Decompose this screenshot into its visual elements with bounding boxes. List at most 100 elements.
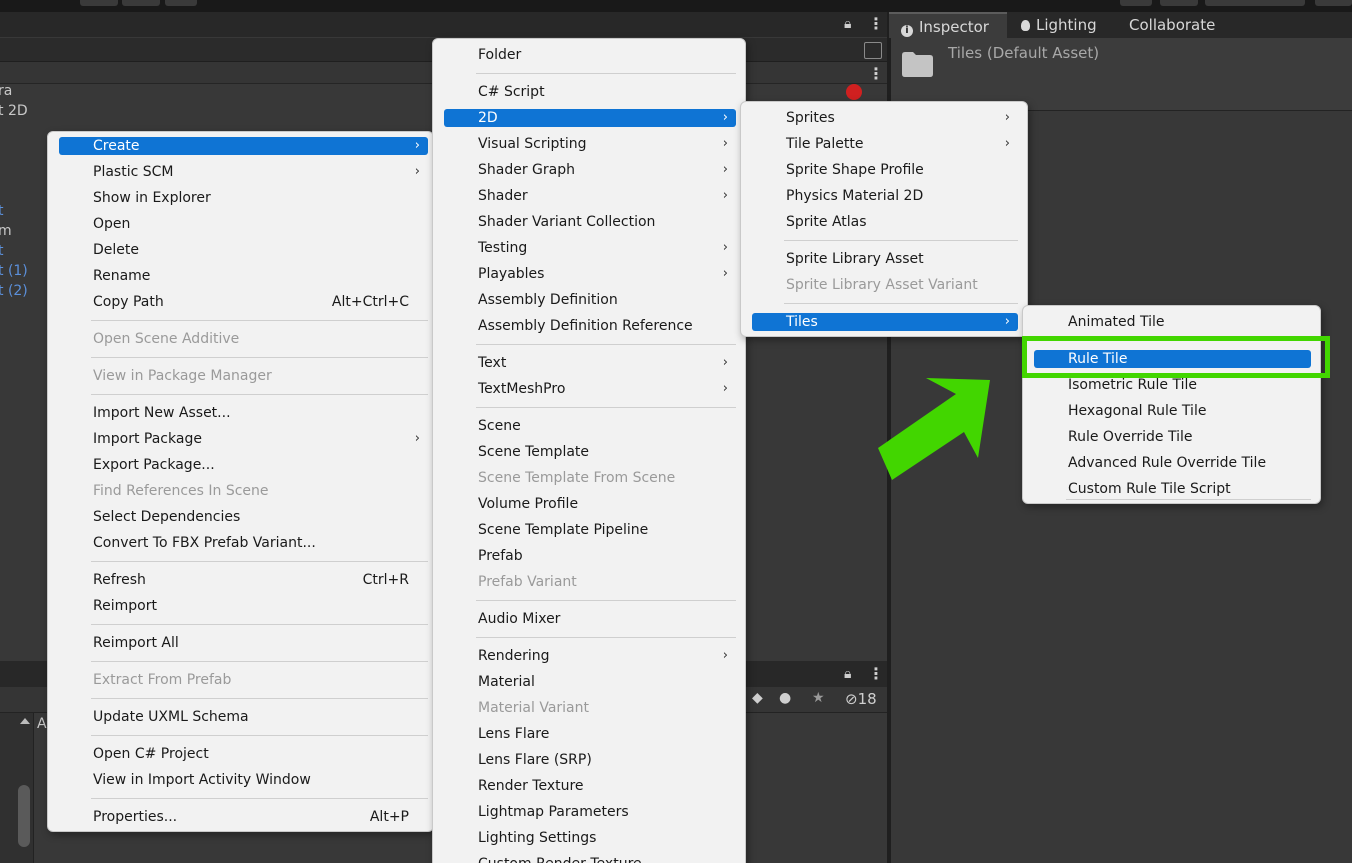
menu-item-label: Convert To FBX Prefab Variant... [93, 535, 316, 551]
menu-item-refresh[interactable]: Refresh Ctrl+R [59, 571, 428, 589]
menu-item-sprite-atlas[interactable]: Sprite Atlas [752, 213, 1018, 231]
menu-item-lightmap-parameters[interactable]: Lightmap Parameters [444, 803, 736, 821]
menu-item-create[interactable]: Create › [59, 137, 428, 155]
menu-item-update-uxml-schema[interactable]: Update UXML Schema [59, 708, 428, 726]
menu-item-playables[interactable]: Playables › [444, 265, 736, 283]
menu-item-scene-template-pipeline[interactable]: Scene Template Pipeline [444, 521, 736, 539]
star-icon[interactable]: ★ [812, 690, 825, 706]
menu-item-export-package[interactable]: Export Package... [59, 456, 428, 474]
menu-item-label: Sprite Library Asset Variant [786, 277, 978, 293]
hierarchy-item[interactable]: t (1) [0, 263, 28, 279]
menu-item-assembly-definition[interactable]: Assembly Definition [444, 291, 736, 309]
menu-item-isometric-rule-tile[interactable]: Isometric Rule Tile [1034, 376, 1311, 394]
hierarchy-item[interactable]: t [0, 243, 4, 259]
menu-item-volume-profile[interactable]: Volume Profile [444, 495, 736, 513]
menu-item-label: Playables [478, 266, 545, 282]
menu-item-tiles[interactable]: Tiles › [752, 313, 1018, 331]
toolbar-button[interactable] [1160, 0, 1198, 6]
toolbar-button[interactable] [1315, 0, 1352, 6]
hierarchy-item[interactable]: m [0, 223, 12, 239]
menu-item-material-variant: Material Variant [444, 699, 736, 717]
menu-separator [91, 394, 428, 395]
menu-item-render-texture[interactable]: Render Texture [444, 777, 736, 795]
toolbar-button[interactable] [165, 0, 197, 6]
menu-item-tile-palette[interactable]: Tile Palette › [752, 135, 1018, 153]
more-options-icon[interactable]: ⋮ [868, 64, 884, 83]
menu-item-shader[interactable]: Shader › [444, 187, 736, 205]
menu-item-textmeshpro[interactable]: TextMeshPro › [444, 380, 736, 398]
menu-item-advanced-rule-override-tile[interactable]: Advanced Rule Override Tile [1034, 454, 1311, 472]
warning-icon[interactable]: ● [779, 690, 791, 706]
menu-item-sprite-shape-profile[interactable]: Sprite Shape Profile [752, 161, 1018, 179]
lightbulb-icon [1021, 20, 1030, 31]
hierarchy-item[interactable]: t 2D [0, 103, 28, 119]
menu-item-reimport-all[interactable]: Reimport All [59, 634, 428, 652]
menu-item-open-c-project[interactable]: Open C# Project [59, 745, 428, 763]
toolbar-button[interactable] [80, 0, 118, 6]
menu-item-select-dependencies[interactable]: Select Dependencies [59, 508, 428, 526]
menu-item-custom-render-texture[interactable]: Custom Render Texture [444, 855, 736, 863]
menu-item-c-script[interactable]: C# Script [444, 83, 736, 101]
menu-item-testing[interactable]: Testing › [444, 239, 736, 257]
menu-item-animated-tile[interactable]: Animated Tile [1034, 313, 1311, 331]
menu-item-material[interactable]: Material [444, 673, 736, 691]
tab-collaborate[interactable]: Collaborate [1117, 12, 1237, 38]
menu-item-folder[interactable]: Folder [444, 46, 736, 64]
menu-item-convert-to-fbx-prefab-variant[interactable]: Convert To FBX Prefab Variant... [59, 534, 428, 552]
menu-item-2d[interactable]: 2D › [444, 109, 736, 127]
hierarchy-item[interactable]: t (2) [0, 283, 28, 299]
toolbar-button[interactable] [122, 0, 160, 6]
menu-item-scene-template[interactable]: Scene Template [444, 443, 736, 461]
menu-item-label: Sprite Atlas [786, 214, 867, 230]
gear-icon[interactable] [846, 84, 862, 100]
menu-item-view-in-import-activity-window[interactable]: View in Import Activity Window [59, 771, 428, 789]
menu-item-plastic-scm[interactable]: Plastic SCM › [59, 163, 428, 181]
label-icon[interactable]: ◆ [752, 690, 763, 706]
menu-item-physics-material-2d[interactable]: Physics Material 2D [752, 187, 1018, 205]
toolbar-button[interactable] [1120, 0, 1152, 6]
hidden-count[interactable]: ⊘18 [845, 690, 877, 708]
menu-item-assembly-definition-reference[interactable]: Assembly Definition Reference [444, 317, 736, 335]
menu-item-text[interactable]: Text › [444, 354, 736, 372]
menu-item-label: View in Package Manager [93, 368, 272, 384]
menu-item-prefab[interactable]: Prefab [444, 547, 736, 565]
menu-item-copy-path[interactable]: Copy Path Alt+Ctrl+C [59, 293, 428, 311]
menu-item-rule-override-tile[interactable]: Rule Override Tile [1034, 428, 1311, 446]
menu-item-audio-mixer[interactable]: Audio Mixer [444, 610, 736, 628]
menu-item-visual-scripting[interactable]: Visual Scripting › [444, 135, 736, 153]
menu-item-delete[interactable]: Delete [59, 241, 428, 259]
menu-item-open[interactable]: Open [59, 215, 428, 233]
menu-item-scene[interactable]: Scene [444, 417, 736, 435]
menu-item-sprite-library-asset[interactable]: Sprite Library Asset [752, 250, 1018, 268]
tab-lighting[interactable]: Lighting [1009, 12, 1121, 38]
hierarchy-item[interactable]: ra [0, 83, 12, 99]
more-options-icon[interactable]: ⋮ [868, 664, 884, 683]
menu-item-label: Scene Template [478, 444, 590, 460]
menu-item-properties[interactable]: Properties... Alt+P [59, 808, 428, 826]
toolbar-button[interactable] [1205, 0, 1305, 6]
maximize-icon[interactable] [864, 42, 882, 59]
scrollbar-thumb[interactable] [18, 785, 30, 847]
more-options-icon[interactable]: ⋮ [868, 14, 884, 33]
menu-item-hexagonal-rule-tile[interactable]: Hexagonal Rule Tile [1034, 402, 1311, 420]
lock-icon[interactable]: 🔒︎ [844, 16, 851, 32]
menu-item-shader-variant-collection[interactable]: Shader Variant Collection [444, 213, 736, 231]
lock-icon[interactable]: 🔒︎ [844, 666, 851, 682]
menu-item-lens-flare-srp[interactable]: Lens Flare (SRP) [444, 751, 736, 769]
menu-item-lens-flare[interactable]: Lens Flare [444, 725, 736, 743]
menu-item-import-new-asset[interactable]: Import New Asset... [59, 404, 428, 422]
menu-item-custom-rule-tile-script[interactable]: Custom Rule Tile Script [1034, 480, 1311, 498]
menu-item-lighting-settings[interactable]: Lighting Settings [444, 829, 736, 847]
menu-item-show-in-explorer[interactable]: Show in Explorer [59, 189, 428, 207]
tab-inspector[interactable]: i Inspector [889, 12, 1007, 38]
menu-item-shader-graph[interactable]: Shader Graph › [444, 161, 736, 179]
menu-item-label: Sprites [786, 110, 835, 126]
menu-item-label: Material [478, 674, 535, 690]
scroll-up-icon[interactable] [20, 718, 30, 724]
menu-item-sprites[interactable]: Sprites › [752, 109, 1018, 127]
hierarchy-item[interactable]: t [0, 203, 4, 219]
menu-item-reimport[interactable]: Reimport [59, 597, 428, 615]
menu-item-rendering[interactable]: Rendering › [444, 647, 736, 665]
menu-item-import-package[interactable]: Import Package › [59, 430, 428, 448]
menu-item-rename[interactable]: Rename [59, 267, 428, 285]
